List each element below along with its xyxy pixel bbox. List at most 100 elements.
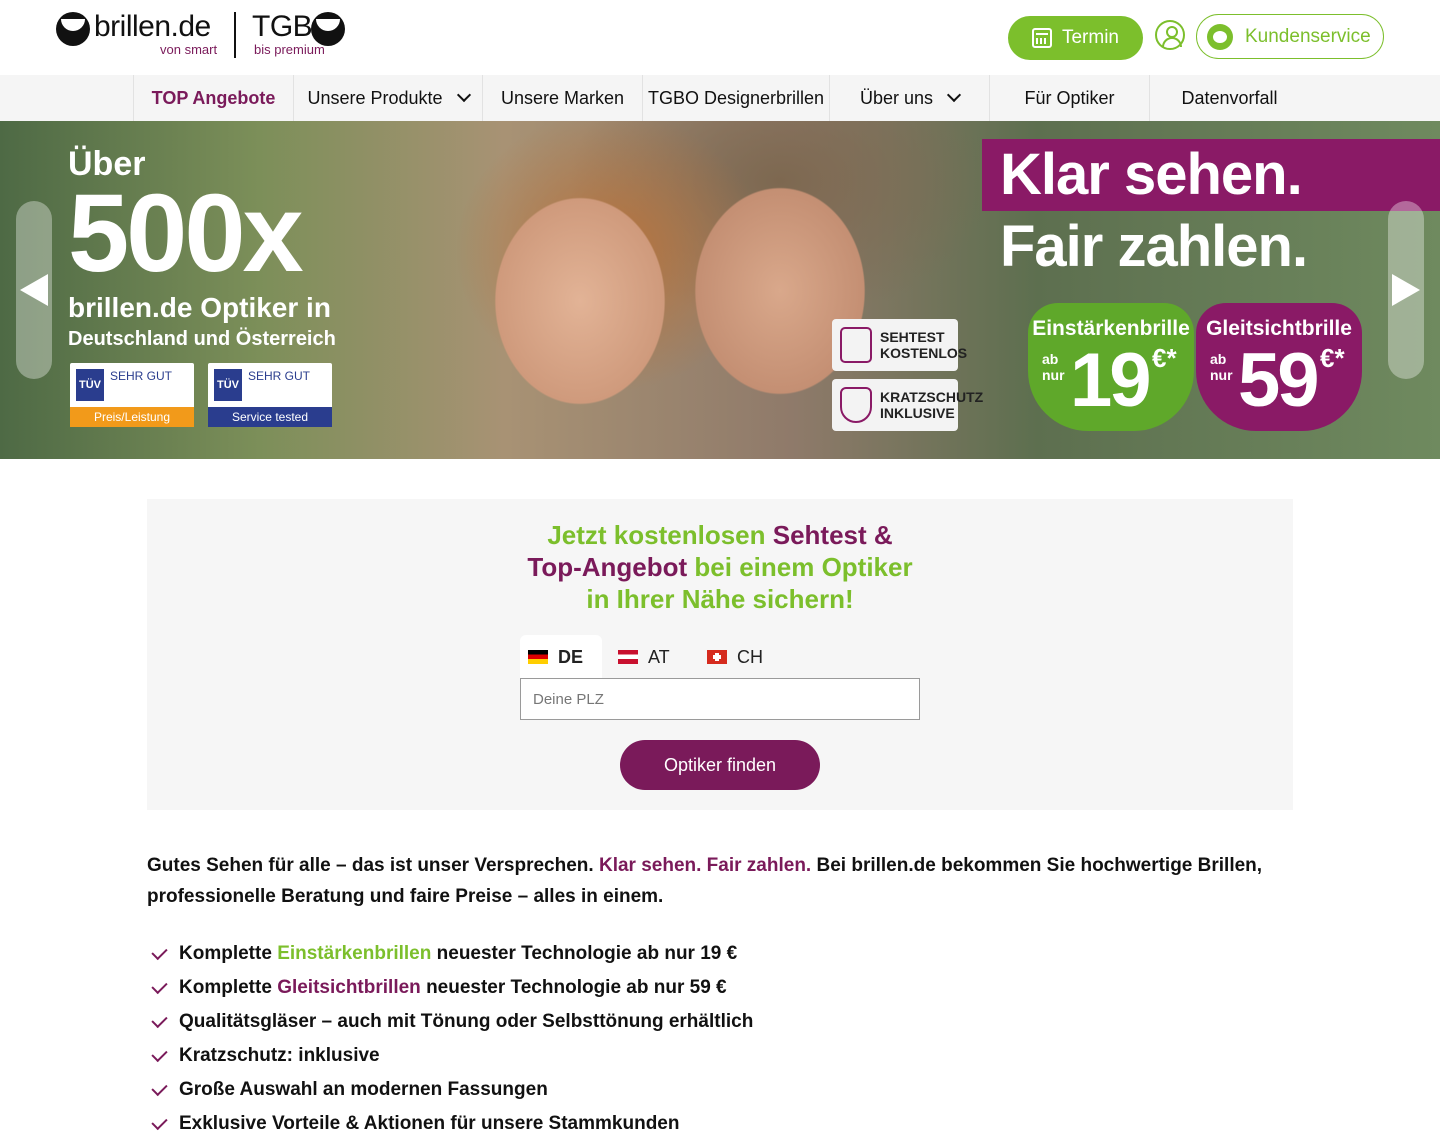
carousel-prev-button[interactable] xyxy=(16,201,52,379)
kundenservice-button[interactable]: Kundenservice xyxy=(1196,14,1384,59)
tab-label: AT xyxy=(648,646,670,667)
feature-text: Komplette xyxy=(179,977,272,998)
site-header: brillen.de von smart TGB bis premium Ter… xyxy=(0,0,1440,75)
tgb-logo-sub: bis premium xyxy=(254,42,325,57)
finder-title-part: Jetzt kostenlosen xyxy=(547,520,773,550)
optiker-finden-label: Optiker finden xyxy=(663,754,777,775)
nav-item-ueber-uns[interactable]: Über uns xyxy=(829,75,989,121)
kratzschutz-tag-label: KRATZSCHUTZ INKLUSIVE xyxy=(880,389,984,421)
carousel-next-button[interactable] xyxy=(1388,201,1424,379)
tgb-logo-icon xyxy=(311,12,345,46)
flag-de-icon xyxy=(528,650,548,664)
hero-headline: Klar sehen. xyxy=(982,139,1440,211)
plz-input[interactable] xyxy=(520,678,920,720)
logo-divider xyxy=(234,12,236,58)
list-item: Komplette Einstärkenbrillen neuester Tec… xyxy=(150,937,753,971)
tuv-badge-preis-leistung: TÜV SEHR GUT Preis/Leistung xyxy=(70,363,194,427)
feature-text: neuester Technologie ab nur 19 € xyxy=(436,943,738,964)
list-item: Qualitätsgläser – auch mit Tönung oder S… xyxy=(150,1005,753,1039)
feature-text: Große Auswahl an modernen Fassungen xyxy=(179,1079,548,1100)
checkmark-icon xyxy=(151,977,168,995)
badge-price: 19 xyxy=(1070,338,1152,423)
nav-item-unsere-produkte[interactable]: Unsere Produkte xyxy=(293,75,482,121)
nav-label: Datenvorfall xyxy=(1181,87,1278,108)
list-item: Exklusive Vorteile & Aktionen für unsere… xyxy=(150,1107,753,1141)
nav-label: Für Optiker xyxy=(1024,87,1115,108)
nav-label: TGBO Designerbrillen xyxy=(647,87,825,108)
feature-list: Komplette Einstärkenbrillen neuester Tec… xyxy=(150,937,753,1141)
tab-label: CH xyxy=(737,646,763,667)
feature-text: Qualitätsgläser – auch mit Tönung oder S… xyxy=(179,1011,754,1032)
price-badge-gleitsicht: Gleitsichtbrille ab nur 59 €* xyxy=(1196,303,1362,431)
price-badge-einstaerken: Einstärkenbrille ab nur 19 €* xyxy=(1028,303,1194,431)
badge-ab-nur: ab nur xyxy=(1210,351,1233,383)
calendar-icon xyxy=(1031,28,1052,48)
nav-item-unsere-marken[interactable]: Unsere Marken xyxy=(482,75,642,121)
termin-button[interactable]: Termin xyxy=(1008,16,1143,60)
feature-text: neuester Technologie ab nur 59 € xyxy=(426,977,727,998)
feature-text: Exklusive Vorteile & Aktionen für unsere… xyxy=(179,1113,680,1134)
badge-ab-nur: ab nur xyxy=(1042,351,1065,383)
nav-item-fuer-optiker[interactable]: Für Optiker xyxy=(989,75,1149,121)
nav-item-top-angebote[interactable]: TOP Angebote xyxy=(133,75,293,121)
link-einstaerkenbrillen[interactable]: Einstärkenbrillen xyxy=(277,943,431,965)
country-tabs: DE AT CH xyxy=(520,635,920,679)
intro-paragraph: Gutes Sehen für alle – das ist unser Ver… xyxy=(147,850,1293,912)
nav-label: Unsere Marken xyxy=(500,87,625,108)
link-gleitsichtbrillen[interactable]: Gleitsichtbrillen xyxy=(277,977,421,999)
brillen-logo[interactable]: brillen.de von smart xyxy=(56,10,226,58)
hero-text-line: Deutschland und Österreich xyxy=(68,328,336,350)
account-icon[interactable] xyxy=(1155,20,1185,50)
nav-label: Unsere Produkte xyxy=(307,87,443,108)
brillen-logo-sub: von smart xyxy=(160,42,218,57)
support-agent-icon xyxy=(1207,23,1233,50)
hero-headline-2: Fair zahlen. xyxy=(1000,214,1308,279)
list-item: Kratzschutz: inklusive xyxy=(150,1039,753,1073)
main-nav: TOP Angebote Unsere Produkte Unsere Mark… xyxy=(0,75,1440,121)
optiker-finder: Jetzt kostenlosen Sehtest & Top-Angebot … xyxy=(147,499,1293,810)
tuv-bar: Service tested xyxy=(208,407,332,427)
feature-text: Kratzschutz: inklusive xyxy=(179,1045,380,1066)
tuv-title: SEHR GUT xyxy=(248,369,311,383)
checkmark-icon xyxy=(151,1113,168,1131)
tgb-logo[interactable]: TGB bis premium xyxy=(252,10,352,58)
checkmark-icon xyxy=(151,1045,168,1063)
flag-ch-icon xyxy=(707,650,727,664)
hero-banner[interactable]: Über 500x brillen.de Optiker in Deutschl… xyxy=(0,121,1440,459)
termin-label: Termin xyxy=(1061,27,1119,48)
chevron-down-icon xyxy=(456,87,471,103)
nav-label: TOP Angebote xyxy=(151,87,276,108)
badge-currency: €* xyxy=(1320,343,1345,373)
arrow-right-icon xyxy=(1392,274,1420,306)
finder-title: Jetzt kostenlosen Sehtest & Top-Angebot … xyxy=(520,519,920,615)
nav-item-datenvorfall[interactable]: Datenvorfall xyxy=(1149,75,1309,121)
tab-label: DE xyxy=(558,646,584,667)
sehtest-tag: SEHTEST KOSTENLOS xyxy=(832,319,967,371)
nav-item-tgbo-designerbrillen[interactable]: TGBO Designerbrillen xyxy=(642,75,829,121)
feature-text: Komplette xyxy=(179,943,272,964)
badge-currency: €* xyxy=(1152,343,1177,373)
checkmark-icon xyxy=(151,943,168,961)
hero-left-text: Über 500x brillen.de Optiker in Deutschl… xyxy=(68,145,336,351)
sehtest-tag-label: SEHTEST KOSTENLOS xyxy=(880,329,968,361)
optiker-finden-button[interactable]: Optiker finden xyxy=(620,740,820,790)
checkmark-icon xyxy=(151,1011,168,1029)
intro-accent: Klar sehen. Fair zahlen. xyxy=(598,855,812,876)
tgb-logo-text: TGB xyxy=(252,10,313,43)
kratzschutz-tag: KRATZSCHUTZ INKLUSIVE xyxy=(832,379,983,431)
tab-ch[interactable]: CH xyxy=(699,635,763,679)
brillen-logo-text: brillen.de xyxy=(94,10,211,43)
flag-at-icon xyxy=(618,650,638,664)
tuv-logo-icon: TÜV xyxy=(76,369,104,401)
badge-price: 59 xyxy=(1238,338,1320,423)
tuv-badge-service: TÜV SEHR GUT Service tested xyxy=(208,363,332,427)
hero-text-count: 500x xyxy=(68,172,304,295)
hero-text-line: brillen.de Optiker in xyxy=(68,292,331,323)
eye-chart-icon xyxy=(840,327,872,363)
checkmark-icon xyxy=(151,1079,168,1097)
nav-label: Über uns xyxy=(859,87,934,108)
tab-at[interactable]: AT xyxy=(610,635,670,679)
intro-text: Gutes Sehen für alle – das ist unser Ver… xyxy=(147,855,599,876)
list-item: Große Auswahl an modernen Fassungen xyxy=(150,1073,753,1107)
tab-de[interactable]: DE xyxy=(520,635,602,679)
